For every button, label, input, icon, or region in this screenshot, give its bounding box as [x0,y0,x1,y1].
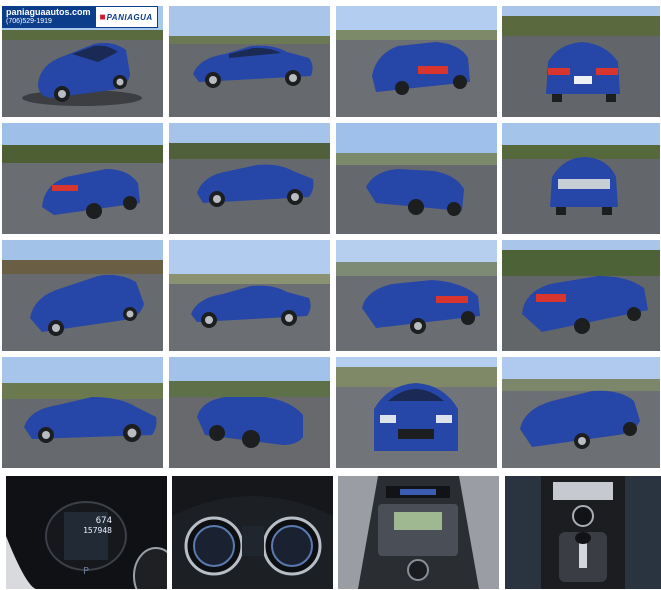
car-photo [502,6,660,117]
car-photo [169,123,330,234]
car-photo [502,357,660,468]
car-photo [169,357,330,468]
photo-13[interactable] [2,357,163,468]
photo-2[interactable] [169,6,330,117]
interior-photo [172,476,333,589]
car-photo [336,240,497,351]
car-photo [502,240,660,351]
car-photo [169,240,330,351]
photo-16[interactable] [502,357,660,468]
photo-19[interactable] [338,476,499,589]
interior-photo [505,476,661,589]
car-photo [169,6,330,117]
photo-12[interactable] [502,240,660,351]
photo-20[interactable] [505,476,661,589]
car-photo [336,357,497,468]
watermark-phone: (706)529-1919 [6,18,52,25]
car-photo [2,123,163,234]
dealer-watermark: paniaguaautos.com (706)529-1919 ■ PANIAG… [2,6,158,28]
photo-11[interactable] [336,240,497,351]
photo-14[interactable] [169,357,330,468]
car-photo [336,6,497,117]
logo-text: PANIAGUA [106,12,153,22]
interior-photo [338,476,499,589]
photo-8[interactable] [502,123,660,234]
photo-5[interactable] [2,123,163,234]
watermark-contact: paniaguaautos.com (706)529-1919 [2,6,95,28]
photo-18[interactable] [172,476,333,589]
photo-10[interactable] [169,240,330,351]
car-photo [2,357,163,468]
total-mileage: 157948 [83,526,112,535]
car-photo [336,123,497,234]
logo-mark-icon: ■ [99,11,106,23]
photo-3[interactable] [336,6,497,117]
photo-9[interactable] [2,240,163,351]
dealer-logo: ■ PANIAGUA [94,6,158,28]
photo-4[interactable] [502,6,660,117]
watermark-site: paniaguaautos.com [6,7,91,17]
photo-6[interactable] [169,123,330,234]
photo-1[interactable]: paniaguaautos.com (706)529-1919 ■ PANIAG… [2,6,163,117]
svg-text:P: P [83,566,89,577]
car-photo [502,123,660,234]
photo-15[interactable] [336,357,497,468]
car-photo [2,240,163,351]
photo-7[interactable] [336,123,497,234]
odometer-display: 674 157948 [46,516,112,552]
photo-17[interactable]: P 674 157948 [6,476,167,589]
trip-reading: 674 [95,516,112,526]
